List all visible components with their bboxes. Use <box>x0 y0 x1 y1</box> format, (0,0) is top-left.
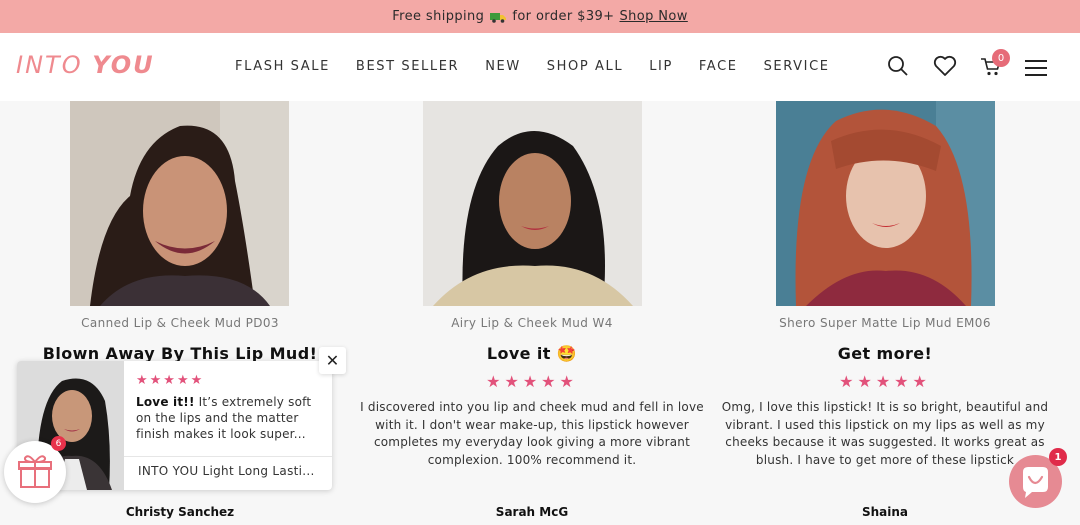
truck-icon <box>490 13 507 23</box>
popup-close-button[interactable]: ✕ <box>319 347 346 374</box>
menu-icon[interactable] <box>1025 59 1047 77</box>
popup-product[interactable]: INTO YOU Light Long Lasti... <box>138 464 315 478</box>
review-photo-3[interactable] <box>776 101 995 306</box>
cart-count-badge: 0 <box>992 49 1010 67</box>
review-product-2[interactable]: Airy Lip & Cheek Mud W4 <box>352 316 712 330</box>
review-title-2: Love it 🤩 <box>486 344 578 363</box>
review-author-1: Christy Sanchez <box>125 505 235 519</box>
nav-new[interactable]: NEW <box>485 59 521 74</box>
review-product-3[interactable]: Shero Super Matte Lip Mud EM06 <box>705 316 1065 330</box>
popup-review-text: Love it!! It’s extremely soft on the lip… <box>136 395 312 441</box>
heart-icon[interactable] <box>933 55 957 77</box>
nav-shop-all[interactable]: SHOP ALL <box>547 59 623 74</box>
promo-text-end: for order $39+ <box>512 9 615 24</box>
review-photo-1[interactable] <box>70 101 289 306</box>
review-body-3: Omg, I love this lipstick! It is so brig… <box>721 400 1049 467</box>
popup-divider <box>124 456 332 457</box>
promo-text-start: Free shipping <box>392 9 485 24</box>
nav-best-seller[interactable]: BEST SELLER <box>356 59 459 74</box>
review-author-2: Sarah McG <box>495 505 569 519</box>
nav-flash-sale[interactable]: FLASH SALE <box>235 59 330 74</box>
review-product-1[interactable]: Canned Lip & Cheek Mud PD03 <box>0 316 360 330</box>
review-stars-2: ★★★★★ <box>486 372 578 391</box>
review-title-3: Get more! <box>837 344 933 363</box>
chat-unread-badge: 1 <box>1049 448 1067 466</box>
shop-now-link[interactable]: Shop Now <box>619 9 687 24</box>
nav-service[interactable]: SERVICE <box>764 59 830 74</box>
main-nav: FLASH SALE BEST SELLER NEW SHOP ALL LIP … <box>235 59 856 74</box>
search-icon[interactable] <box>887 55 909 77</box>
review-photo-2[interactable] <box>423 101 642 306</box>
popup-stars: ★★★★★ <box>136 373 205 388</box>
brand-logo[interactable]: INTO YOU <box>16 51 155 79</box>
site-header: INTO YOU FLASH SALE BEST SELLER NEW SHOP… <box>0 33 1080 101</box>
nav-lip[interactable]: LIP <box>649 59 673 74</box>
gift-count-badge: 6 <box>51 436 66 451</box>
nav-face[interactable]: FACE <box>699 59 738 74</box>
review-body-2: I discovered into you lip and cheek mud … <box>360 400 704 467</box>
promo-bar: Free shipping for order $39+ Shop Now <box>0 0 1080 33</box>
close-icon: ✕ <box>325 351 340 370</box>
review-stars-3: ★★★★★ <box>839 372 931 391</box>
